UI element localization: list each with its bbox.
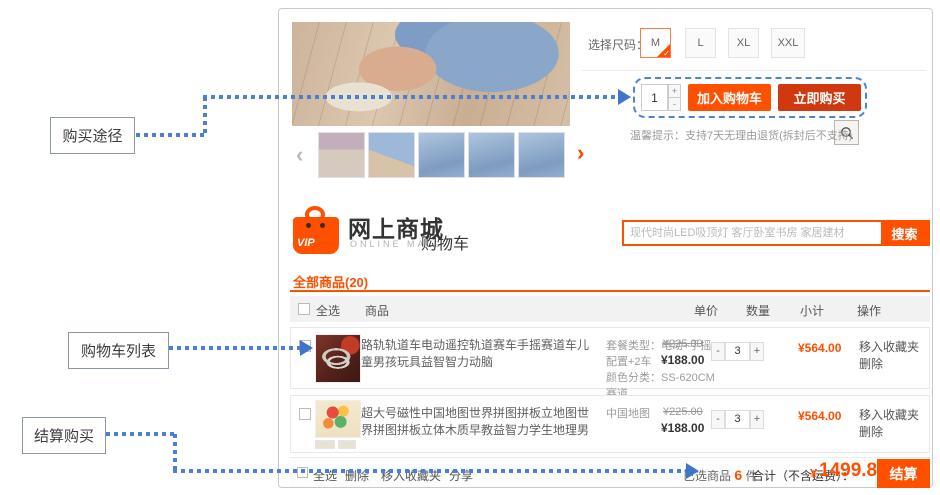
annotation-connector <box>203 95 618 99</box>
row-subtotal: ¥564.00 <box>798 341 841 355</box>
header-subtotal: 小计 <box>800 302 824 319</box>
delete-link[interactable]: 删除 <box>859 355 883 372</box>
product-title[interactable]: 超大号磁性中国地图世界拼图拼板立地图世界拼图拼板立体木质早教益智力学生地理男 <box>361 405 599 439</box>
select-all-checkbox[interactable] <box>298 303 310 315</box>
search-button[interactable]: 搜索 <box>881 222 928 244</box>
current-price: ¥188.00 <box>661 353 704 367</box>
quantity-decrease-button[interactable]: - <box>668 97 681 111</box>
header-unit-price: 单价 <box>694 302 718 319</box>
selected-check-icon: ✓ <box>663 49 670 58</box>
thumbnails-prev-arrow[interactable]: ‹ <box>296 132 303 178</box>
product-thumbnail[interactable] <box>468 132 515 178</box>
product-thumbnail[interactable] <box>518 132 565 178</box>
row-subtotal: ¥564.00 <box>798 409 841 423</box>
bag-dot-icon <box>320 223 325 228</box>
row-qty-value[interactable]: 3 <box>725 410 750 429</box>
product-thumbnail[interactable] <box>368 132 415 178</box>
size-selector-label: 选择尺码： <box>588 36 648 53</box>
return-policy-tip: 温馨提示：支持7天无理由退货(拆封后不支持) <box>630 127 852 143</box>
product-thumbnail[interactable] <box>418 132 465 178</box>
map-piece-image <box>315 440 335 449</box>
header-quantity: 数量 <box>746 302 770 319</box>
cart-section-title: 全部商品(20) <box>293 272 368 291</box>
row-qty-decrease-button[interactable]: - <box>711 410 725 429</box>
annotation-purchase-path: 购买途径 <box>50 117 135 154</box>
selected-count: 6 <box>734 467 742 483</box>
annotation-arrowhead <box>618 89 631 105</box>
row-qty-decrease-button[interactable]: - <box>711 342 725 361</box>
row-qty-increase-button[interactable]: + <box>750 410 764 429</box>
header-select-all: 全选 <box>316 302 340 319</box>
annotation-connector <box>173 469 686 473</box>
annotation-connector <box>136 133 206 137</box>
quantity-increase-button[interactable]: + <box>668 84 681 98</box>
move-to-favorites-link[interactable]: 移入收藏夹 <box>859 338 919 355</box>
page-title: 购物车 <box>421 230 469 254</box>
china-map-product-image[interactable] <box>315 400 361 438</box>
bag-body-icon: VIP <box>293 217 339 254</box>
checkout-button[interactable]: 结算 <box>877 459 930 488</box>
product-main-image[interactable] <box>292 22 570 126</box>
cart-table-header: 全选 商品 单价 数量 小计 操作 <box>290 296 930 322</box>
section-divider <box>582 70 926 71</box>
product-title[interactable]: 路轨轨道车电动遥控轨道赛车手摇赛道车儿童男孩玩具益智智力动脑 <box>361 337 599 371</box>
annotation-arrowhead <box>686 463 699 479</box>
mall-logo-icon: VIP <box>293 206 340 254</box>
annotation-connector <box>106 432 177 436</box>
annotation-connector <box>169 346 300 350</box>
currency-symbol: ¥ <box>810 466 817 481</box>
map-piece-image <box>338 440 356 449</box>
row-checkbox[interactable] <box>299 408 311 420</box>
original-price: ¥225.00 <box>663 338 703 350</box>
size-option-xl[interactable]: XL <box>728 28 759 58</box>
vip-badge: VIP <box>297 237 315 249</box>
annotation-cart-list: 购物车列表 <box>68 332 169 369</box>
move-to-favorites-link[interactable]: 移入收藏夹 <box>859 406 919 423</box>
search-bar: 搜索 <box>622 220 930 246</box>
search-input[interactable] <box>624 222 881 244</box>
annotation-arrowhead <box>300 340 313 356</box>
header-action: 操作 <box>857 302 881 319</box>
product-thumbnail[interactable] <box>318 132 365 178</box>
delete-link[interactable]: 删除 <box>859 423 883 440</box>
size-option-xxl[interactable]: XXL <box>771 28 805 58</box>
quantity-input[interactable] <box>641 84 668 111</box>
size-option-l[interactable]: L <box>685 28 716 58</box>
row-qty-value[interactable]: 3 <box>725 342 750 361</box>
current-price: ¥188.00 <box>661 421 704 435</box>
annotation-checkout-purchase: 结算购买 <box>22 417 106 454</box>
buy-now-button[interactable]: 立即购买 <box>778 84 861 111</box>
cart-row-track-toy: 路轨轨道车电动遥控轨道赛车手摇赛道车儿童男孩玩具益智智力动脑 套餐类型：电动+手… <box>290 327 930 389</box>
annotation-connector <box>203 97 207 137</box>
bag-dot-icon <box>306 223 311 228</box>
add-to-cart-button[interactable]: 加入购物车 <box>688 84 771 111</box>
original-price: ¥225.00 <box>663 406 703 418</box>
section-underline <box>290 290 930 292</box>
size-option-m[interactable]: M ✓ <box>640 28 671 58</box>
header-product: 商品 <box>365 302 389 319</box>
annotation-connector <box>173 434 177 471</box>
row-qty-increase-button[interactable]: + <box>750 342 764 361</box>
cart-row-china-map: 超大号磁性中国地图世界拼图拼板立地图世界拼图拼板立体木质早教益智力学生地理男 中… <box>290 395 930 453</box>
thumbnails-next-arrow[interactable]: › <box>577 130 584 176</box>
track-toy-product-image[interactable] <box>315 334 361 383</box>
